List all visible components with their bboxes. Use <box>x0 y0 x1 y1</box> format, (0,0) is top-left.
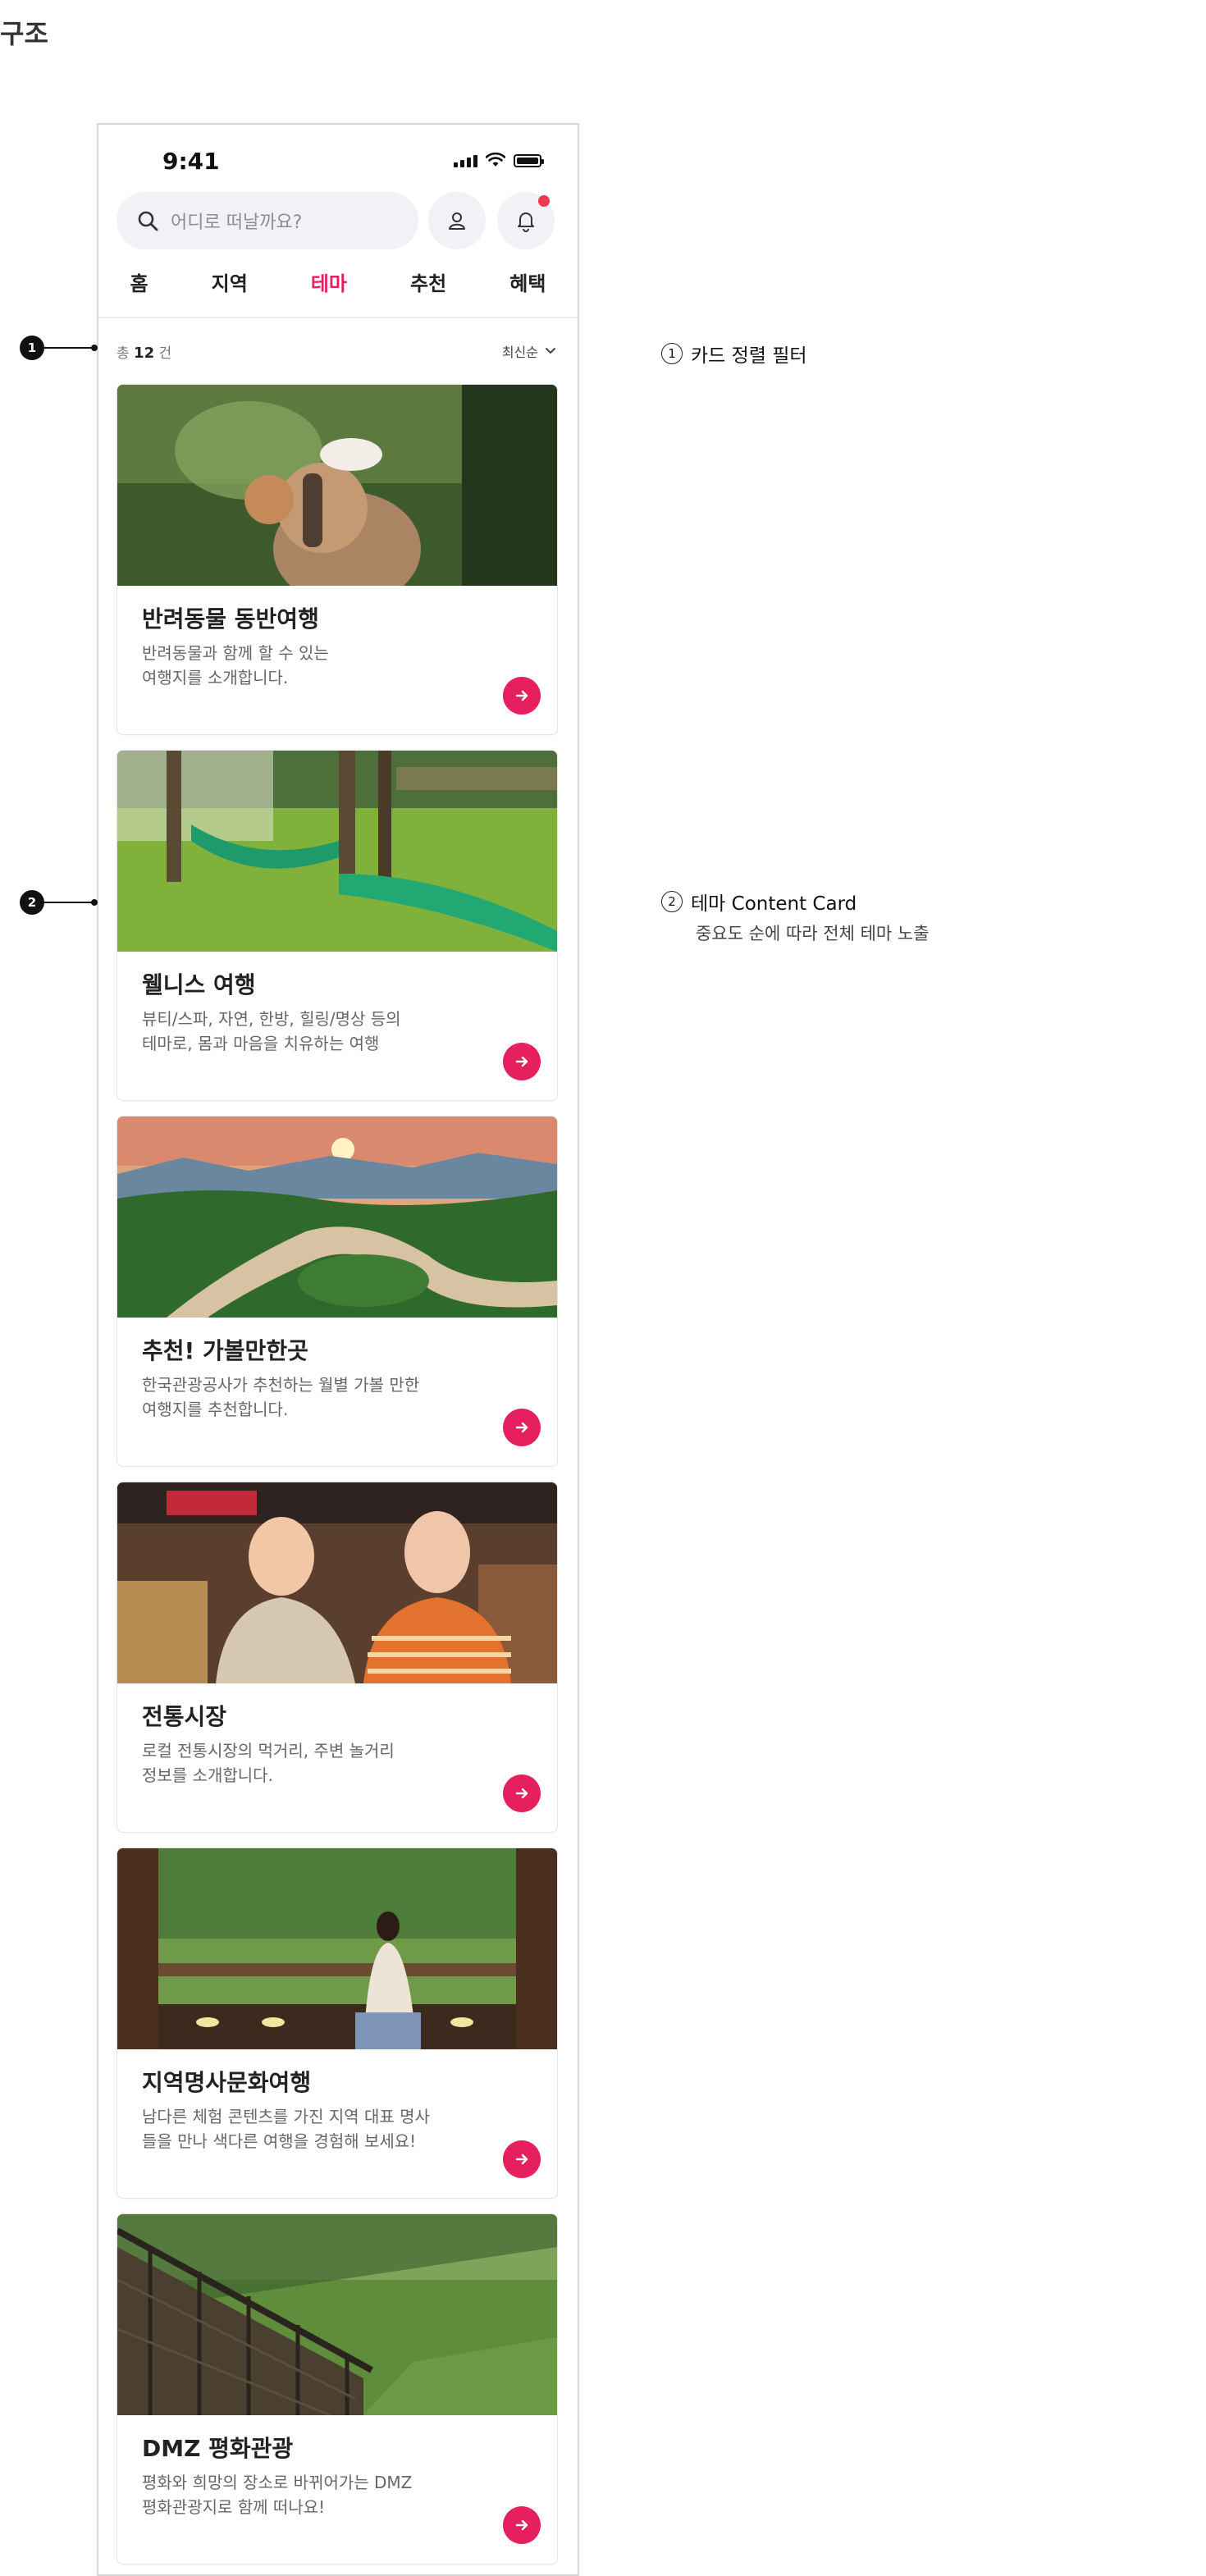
tab-benefit[interactable]: 혜택 <box>509 267 546 296</box>
wifi-icon <box>486 153 505 167</box>
count-value: 12 <box>134 345 155 362</box>
chevron-down-icon <box>546 348 555 354</box>
signal-icon <box>454 155 477 167</box>
bell-icon <box>518 212 534 232</box>
status-time: 9:41 <box>162 148 220 175</box>
annotation-marker-2: 2 <box>20 890 44 915</box>
annotation-number: 1 <box>661 343 683 364</box>
annotation-description: 중요도 순에 따라 전체 테마 노출 <box>696 924 930 943</box>
tab-region[interactable]: 지역 <box>212 267 248 296</box>
card-arrow-button[interactable] <box>503 677 541 715</box>
card-title: 반려동물 동반여행 <box>142 605 319 633</box>
theme-card[interactable]: 웰니스 여행 뷰티/스파, 자연, 한방, 힐링/명상 등의 테마로, 몸과 마… <box>116 750 558 1101</box>
card-arrow-button[interactable] <box>503 2140 541 2178</box>
annotation-title: 테마 Content Card <box>691 893 857 915</box>
profile-button[interactable] <box>428 192 486 249</box>
card-image-recommended <box>117 1117 557 1318</box>
sort-label: 최신순 <box>501 345 538 360</box>
battery-icon <box>514 154 544 167</box>
card-description: 평화와 희망의 장소로 바뀌어가는 DMZ 평화관광지로 함께 떠나요! <box>142 2473 413 2517</box>
arrow-right-icon <box>515 2519 528 2531</box>
arrow-right-icon <box>515 1788 528 1799</box>
card-title: DMZ 평화관광 <box>142 2435 294 2462</box>
card-arrow-button[interactable] <box>503 2506 541 2544</box>
tab-divider <box>98 317 578 318</box>
theme-card[interactable]: 추천! 가볼만한곳 한국관광공사가 추천하는 월별 가볼 만한 여행지를 추천합… <box>116 1116 558 1467</box>
card-description: 남다른 체험 콘텐츠를 가진 지역 대표 명사 들을 만나 색다른 여행을 경험… <box>142 2107 430 2151</box>
card-arrow-button[interactable] <box>503 1409 541 1446</box>
page-heading: 구조 <box>0 18 48 49</box>
tab-theme[interactable]: 테마 <box>311 267 347 296</box>
arrow-right-icon <box>515 2154 528 2165</box>
result-count: 총 12 건 <box>116 341 171 362</box>
card-image-local-culture <box>117 1848 557 2049</box>
annotation-number: 2 <box>661 891 683 912</box>
card-image-dmz <box>117 2214 557 2415</box>
card-image-wellness <box>117 751 557 952</box>
status-icons <box>454 153 544 167</box>
theme-card[interactable]: 전통시장 로컬 전통시장의 먹거리, 주변 놀거리 정보를 소개합니다. <box>116 1482 558 1833</box>
search-input[interactable]: 어디로 떠날까요? <box>116 192 418 249</box>
status-bar: 9:41 <box>98 125 578 199</box>
annotation-note-2: 2 테마 Content Card 중요도 순에 따라 전체 테마 노출 <box>661 888 930 945</box>
count-prefix: 총 <box>116 345 130 362</box>
card-description: 로컬 전통시장의 먹거리, 주변 놀거리 정보를 소개합니다. <box>142 1741 395 1785</box>
theme-card[interactable]: 반려동물 동반여행 반려동물과 함께 할 수 있는 여행지를 소개합니다. <box>116 384 558 735</box>
search-icon <box>138 211 158 231</box>
count-suffix: 건 <box>158 345 172 362</box>
theme-card[interactable]: 지역명사문화여행 남다른 체험 콘텐츠를 가진 지역 대표 명사 들을 만나 색… <box>116 1848 558 2199</box>
card-description: 한국관광공사가 추천하는 월별 가볼 만한 여행지를 추천합니다. <box>142 1375 420 1419</box>
search-placeholder: 어디로 떠날까요? <box>171 212 303 233</box>
annotation-leader-2 <box>44 899 98 906</box>
notification-badge <box>538 195 550 207</box>
annotation-note-1: 1 카드 정렬 필터 <box>661 340 807 368</box>
sort-dropdown[interactable]: 최신순 <box>502 341 556 361</box>
tab-home[interactable]: 홈 <box>130 267 148 296</box>
card-title: 추천! 가볼만한곳 <box>142 1337 308 1364</box>
annotation-leader-1 <box>44 345 98 351</box>
theme-card[interactable]: DMZ 평화관광 평화와 희망의 장소로 바뀌어가는 DMZ 평화관광지로 함께… <box>116 2213 558 2565</box>
card-title: 지역명사문화여행 <box>142 2069 312 2096</box>
card-image-pet-travel <box>117 385 557 586</box>
card-arrow-button[interactable] <box>503 1774 541 1812</box>
card-description: 뷰티/스파, 자연, 한방, 힐링/명상 등의 테마로, 몸과 마음을 치유하는… <box>142 1009 401 1053</box>
card-arrow-button[interactable] <box>503 1043 541 1080</box>
annotation-title: 카드 정렬 필터 <box>691 345 807 367</box>
arrow-right-icon <box>515 1056 528 1067</box>
card-description: 반려동물과 함께 할 수 있는 여행지를 소개합니다. <box>142 643 329 687</box>
arrow-right-icon <box>515 1422 528 1433</box>
tab-recommend[interactable]: 추천 <box>410 267 446 296</box>
user-icon <box>449 212 465 230</box>
card-image-market <box>117 1482 557 1683</box>
arrow-right-icon <box>515 690 528 701</box>
tab-bar: 홈 지역 테마 추천 혜택 <box>98 256 578 307</box>
card-title: 웰니스 여행 <box>142 971 256 998</box>
notification-button[interactable] <box>497 192 555 249</box>
phone-frame: 9:41 어디로 떠날까요? 홈 지역 테마 추천 혜택 총 12 건 최신순 … <box>97 123 579 2576</box>
card-title: 전통시장 <box>142 1703 227 1730</box>
annotation-marker-1: 1 <box>20 336 44 360</box>
